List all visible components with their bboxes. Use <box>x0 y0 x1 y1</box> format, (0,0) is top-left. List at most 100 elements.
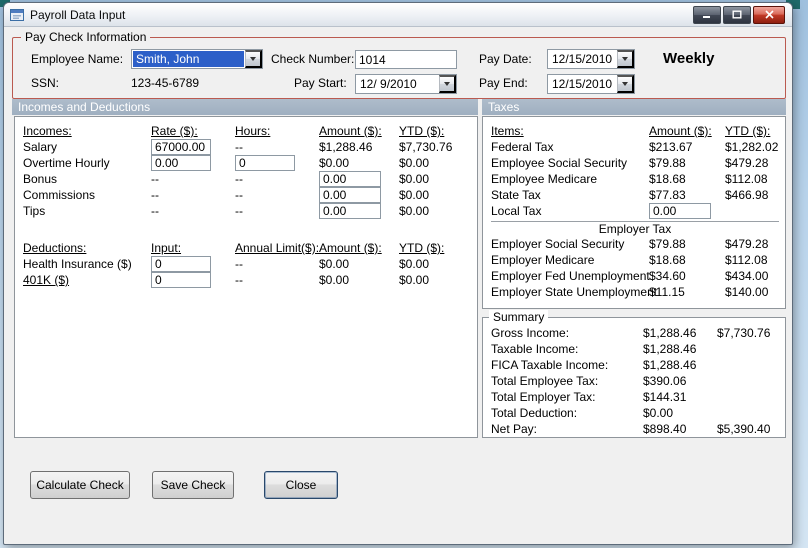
caption-buttons <box>693 5 787 24</box>
pay-end-picker[interactable]: 12/15/2010 <box>547 74 635 94</box>
income-amount: $0.00 <box>319 156 350 170</box>
income-label: Salary <box>23 140 58 154</box>
income-row-salary: Salary -- $1,288.46 $7,730.76 <box>23 139 471 155</box>
close-check-button[interactable]: Close <box>264 471 338 499</box>
tax-ytd: $434.00 <box>725 269 769 283</box>
taxes-section-header: Taxes <box>482 99 786 115</box>
tax-amount: $11.15 <box>649 285 685 299</box>
health-insurance-input[interactable] <box>151 256 211 272</box>
pay-start-picker[interactable]: 12/ 9/2010 <box>355 74 457 94</box>
tax-label: State Tax <box>491 188 541 202</box>
maximize-button[interactable] <box>723 5 751 24</box>
commissions-amount-input[interactable] <box>319 187 381 203</box>
summary-group-title: Summary <box>489 310 549 324</box>
minimize-button[interactable] <box>693 5 721 24</box>
amount-col-header: Amount ($): <box>319 241 382 255</box>
summary-amount: $1,288.46 <box>643 342 697 356</box>
summary-row-taxable: Taxable Income: $1,288.46 <box>491 341 779 357</box>
tax-row-employer-ss: Employer Social Security $79.88 $479.28 <box>491 236 779 252</box>
tax-label: Local Tax <box>491 204 542 218</box>
chevron-down-icon <box>250 57 256 61</box>
income-row-commissions: Commissions -- -- $0.00 <box>23 187 471 203</box>
bonus-amount-input[interactable] <box>319 171 381 187</box>
ssn-label: SSN: <box>31 76 60 90</box>
income-row-tips: Tips -- -- $0.00 <box>23 203 471 219</box>
tax-row-employee-medicare: Employee Medicare $18.68 $112.08 <box>491 171 779 187</box>
taxes-table: Items: Amount ($): YTD ($): Federal Tax … <box>491 123 779 300</box>
deduction-amount: $0.00 <box>319 273 350 287</box>
pay-start-dropdown-button[interactable] <box>439 75 456 93</box>
tips-amount-input[interactable] <box>319 203 381 219</box>
summary-amount: $144.31 <box>643 390 687 404</box>
summary-amount: $390.06 <box>643 374 687 388</box>
overtime-hours-input[interactable] <box>235 155 295 171</box>
ssn-value: 123-45-6789 <box>131 76 200 90</box>
summary-amount: $898.40 <box>643 422 687 436</box>
tax-row-employer-medicare: Employer Medicare $18.68 $112.08 <box>491 252 779 268</box>
pay-date-dropdown-button[interactable] <box>617 50 634 68</box>
401k-input[interactable] <box>151 272 211 288</box>
rate-col-header: Rate ($): <box>151 124 198 138</box>
tax-label: Employer Fed Unemployment <box>491 269 650 283</box>
tax-row-employer-state-unemployment: Employer State Unemployment $11.15 $140.… <box>491 284 779 300</box>
pay-end-dropdown-button[interactable] <box>617 75 634 93</box>
payroll-window: Payroll Data Input Pay Check Information… <box>3 2 793 545</box>
income-label: Bonus <box>23 172 58 186</box>
employer-tax-divider: Employer Tax <box>491 221 779 236</box>
save-check-button[interactable]: Save Check <box>152 471 234 499</box>
window-title: Payroll Data Input <box>30 7 126 22</box>
tax-ytd: $479.28 <box>725 156 769 170</box>
income-hours: -- <box>235 140 243 154</box>
401k-link[interactable]: 401K ($) <box>23 273 151 287</box>
summary-row-net-pay: Net Pay: $898.40 $5,390.40 <box>491 421 779 437</box>
check-number-input[interactable] <box>355 50 457 69</box>
amount-col-header: Amount ($): <box>649 124 712 138</box>
deduction-ytd: $0.00 <box>399 257 430 271</box>
close-icon <box>764 10 774 19</box>
client-area: Pay Check Information Employee Name: Smi… <box>4 27 792 544</box>
summary-row-deduction: Total Deduction: $0.00 <box>491 405 779 421</box>
deduction-label: Health Insurance ($) <box>23 257 132 271</box>
income-rate: -- <box>151 188 159 202</box>
income-hours: -- <box>235 188 243 202</box>
incomes-section-header: Incomes and Deductions <box>12 99 478 115</box>
calculate-check-button[interactable]: Calculate Check <box>30 471 130 499</box>
tax-ytd: $479.28 <box>725 237 769 251</box>
summary-label: Total Employee Tax: <box>491 374 599 388</box>
employee-name-combobox[interactable]: Smith, John <box>131 49 263 69</box>
overtime-rate-input[interactable] <box>151 155 211 171</box>
items-col-header: Items: <box>491 124 524 138</box>
summary-label: Gross Income: <box>491 326 570 340</box>
ytd-col-header: YTD ($): <box>399 241 445 255</box>
income-row-bonus: Bonus -- -- $0.00 <box>23 171 471 187</box>
pay-date-label: Pay Date: <box>479 52 532 66</box>
income-label: Tips <box>23 204 46 218</box>
employee-name-value: Smith, John <box>133 51 244 67</box>
chevron-down-icon <box>444 82 450 86</box>
local-tax-input[interactable] <box>649 203 711 219</box>
salary-rate-input[interactable] <box>151 139 211 155</box>
tax-row-state: State Tax $77.83 $466.98 <box>491 187 779 203</box>
titlebar[interactable]: Payroll Data Input <box>4 3 792 27</box>
income-label: Commissions <box>23 188 96 202</box>
tax-label: Employer State Unemployment <box>491 285 658 299</box>
pay-date-value: 12/15/2010 <box>552 52 613 66</box>
pay-frequency-label: Weekly <box>663 50 715 67</box>
pay-date-picker[interactable]: 12/15/2010 <box>547 49 635 69</box>
summary-row-employer-tax: Total Employer Tax: $144.31 <box>491 389 779 405</box>
tax-row-local: Local Tax <box>491 203 779 219</box>
close-button[interactable] <box>753 5 785 24</box>
tax-label: Employer Medicare <box>491 253 595 267</box>
maximize-icon <box>732 10 742 19</box>
ytd-col-header: YTD ($): <box>725 124 771 138</box>
annual-limit-col-header: Annual Limit($): <box>235 241 320 255</box>
tax-ytd: $112.08 <box>725 172 768 186</box>
employee-name-dropdown-button[interactable] <box>245 50 262 68</box>
income-ytd: $7,730.76 <box>399 140 453 154</box>
tax-amount: $79.88 <box>649 156 686 170</box>
income-ytd: $0.00 <box>399 188 430 202</box>
incomes-col-header: Incomes: <box>23 124 72 138</box>
tax-label: Employee Medicare <box>491 172 598 186</box>
tax-amount: $77.83 <box>649 188 686 202</box>
summary-ytd: $5,390.40 <box>717 422 771 436</box>
